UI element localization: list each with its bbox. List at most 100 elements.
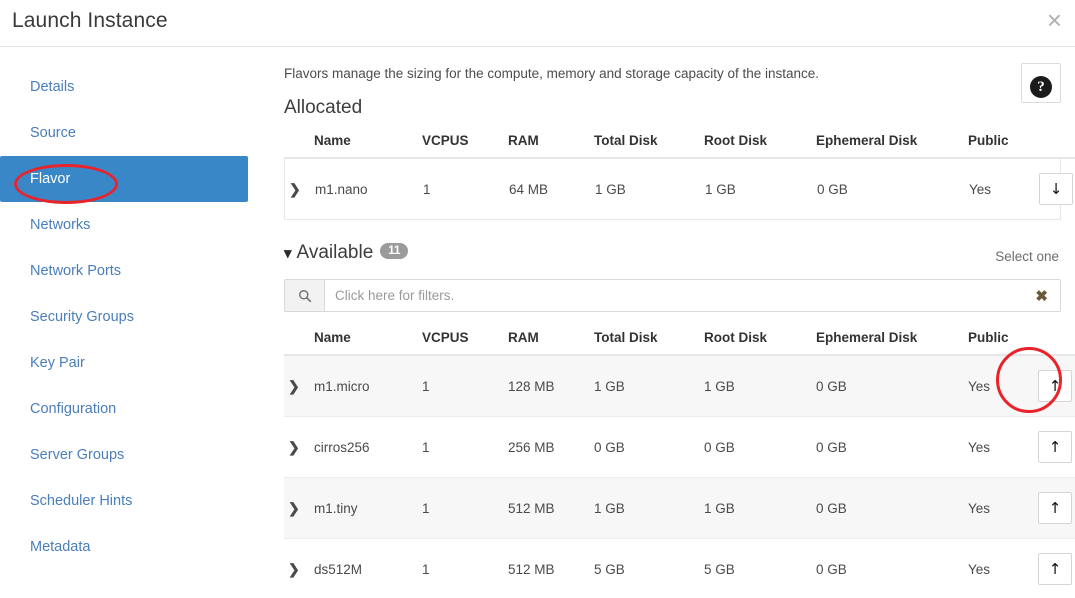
cell-vcpus: 1 [423, 181, 431, 197]
col-expand [284, 127, 310, 159]
sidebar-item-flavor[interactable]: Flavor [0, 156, 248, 202]
col-name: Name [310, 127, 418, 159]
cell-vcpus: 1 [418, 538, 504, 598]
sidebar-item-source[interactable]: Source [0, 110, 266, 156]
col-expand [284, 324, 310, 356]
cell-ram: 64 MB [509, 181, 549, 197]
launch-instance-modal: Launch Instance × Details Source Flavor … [0, 0, 1075, 598]
select-one-hint: Select one [995, 249, 1059, 264]
expand-row-icon[interactable]: ❯ [288, 378, 300, 395]
cell-root-disk: 1 GB [700, 355, 812, 417]
cell-public: Yes [964, 416, 1034, 478]
table-row[interactable]: ❯ cirros256 1 256 MB 0 GB 0 GB 0 GB Yes … [284, 416, 1075, 478]
col-name: Name [310, 324, 418, 356]
col-ephemeral-disk: Ephemeral Disk [812, 324, 964, 356]
allocate-arrow-up-icon[interactable]: ↑ [1038, 553, 1072, 585]
expand-row-icon[interactable]: ❯ [288, 439, 300, 456]
expand-row-icon[interactable]: ❯ [289, 181, 301, 198]
chevron-down-icon[interactable]: ▾ [284, 245, 292, 262]
table-row[interactable]: ❯ m1.nano 1 64 MB 1 GB 1 GB 0 GB Yes ↓ [285, 159, 1075, 219]
cell-public: Yes [964, 538, 1034, 598]
table-row[interactable]: ❯ m1.micro 1 128 MB 1 GB 1 GB 0 GB Yes ↑ [284, 355, 1075, 417]
table-header-row: Name VCPUS RAM Total Disk Root Disk Ephe… [284, 127, 1075, 159]
deallocate-arrow-down-icon[interactable]: ↓ [1039, 173, 1073, 205]
available-count-badge: 11 [380, 243, 409, 259]
col-ram: RAM [504, 324, 590, 356]
table-row[interactable]: ❯ m1.tiny 1 512 MB 1 GB 1 GB 0 GB Yes ↑ [284, 477, 1075, 539]
cell-total-disk: 0 GB [590, 416, 700, 478]
cell-total-disk: 1 GB [590, 477, 700, 539]
col-root-disk: Root Disk [700, 127, 812, 159]
flavor-step-panel: ? Flavors manage the sizing for the comp… [266, 47, 1075, 598]
cell-name: ds512M [310, 538, 418, 598]
cell-name: m1.micro [310, 355, 418, 417]
col-total-disk: Total Disk [590, 127, 700, 159]
sidebar-item-network-ports[interactable]: Network Ports [0, 248, 266, 294]
col-root-disk: Root Disk [700, 324, 812, 356]
filter-field-wrapper: ✖ [324, 279, 1061, 312]
col-vcpus: VCPUS [418, 127, 504, 159]
cell-total-disk: 1 GB [595, 181, 626, 197]
expand-row-icon[interactable]: ❯ [288, 561, 300, 578]
sidebar-item-security-groups[interactable]: Security Groups [0, 294, 266, 340]
col-public: Public [964, 127, 1034, 159]
col-ephemeral-disk: Ephemeral Disk [812, 127, 964, 159]
close-icon[interactable]: × [1047, 7, 1062, 33]
page-title: Launch Instance [12, 9, 168, 32]
filter-bar: ✖ [284, 279, 1061, 312]
allocated-table: ❯ m1.nano 1 64 MB 1 GB 1 GB 0 GB Yes ↓ [285, 159, 1075, 219]
col-ram: RAM [504, 127, 590, 159]
allocate-arrow-up-icon[interactable]: ↑ [1038, 492, 1072, 524]
cell-ram: 256 MB [504, 416, 590, 478]
search-icon[interactable] [284, 279, 324, 312]
cell-name: cirros256 [310, 416, 418, 478]
cell-root-disk: 5 GB [700, 538, 812, 598]
cell-vcpus: 1 [418, 416, 504, 478]
cell-total-disk: 5 GB [590, 538, 700, 598]
allocated-table-header: Name VCPUS RAM Total Disk Root Disk Ephe… [284, 127, 1075, 159]
cell-ephemeral-disk: 0 GB [817, 181, 848, 197]
sidebar-item-networks[interactable]: Networks [0, 202, 266, 248]
sidebar-item-server-groups[interactable]: Server Groups [0, 432, 266, 478]
help-button[interactable]: ? [1021, 63, 1061, 103]
search-input[interactable] [325, 288, 1030, 303]
cell-root-disk: 1 GB [700, 477, 812, 539]
cell-ephemeral-disk: 0 GB [812, 538, 964, 598]
col-public: Public [964, 324, 1034, 356]
allocate-arrow-up-icon[interactable]: ↑ [1038, 431, 1072, 463]
expand-row-icon[interactable]: ❯ [288, 500, 300, 517]
available-section-header: ▾ Available 11 Select one [284, 242, 1061, 270]
sidebar-item-scheduler-hints[interactable]: Scheduler Hints [0, 478, 266, 524]
col-action [1034, 127, 1075, 159]
allocate-arrow-up-icon[interactable]: ↑ [1038, 370, 1072, 402]
cell-root-disk: 1 GB [705, 181, 736, 197]
cell-vcpus: 1 [418, 477, 504, 539]
cell-ephemeral-disk: 0 GB [812, 355, 964, 417]
search-icon-svg [298, 289, 311, 302]
cell-ram: 128 MB [504, 355, 590, 417]
table-row[interactable]: ❯ ds512M 1 512 MB 5 GB 5 GB 0 GB Yes ↑ [284, 538, 1075, 598]
sidebar-item-configuration[interactable]: Configuration [0, 386, 266, 432]
cell-public: Yes [964, 477, 1034, 539]
sidebar-item-key-pair[interactable]: Key Pair [0, 340, 266, 386]
col-vcpus: VCPUS [418, 324, 504, 356]
available-heading: Available [296, 242, 374, 263]
wizard-sidebar: Details Source Flavor Networks Network P… [0, 47, 266, 598]
cell-vcpus: 1 [418, 355, 504, 417]
cell-public: Yes [964, 355, 1034, 417]
available-table-body: ❯ m1.micro 1 128 MB 1 GB 1 GB 0 GB Yes ↑… [284, 355, 1075, 598]
sidebar-item-details[interactable]: Details [0, 64, 266, 110]
modal-header: Launch Instance × [0, 0, 1075, 47]
cell-ephemeral-disk: 0 GB [812, 416, 964, 478]
allocated-table-body-box: ❯ m1.nano 1 64 MB 1 GB 1 GB 0 GB Yes ↓ [284, 159, 1073, 220]
cell-ram: 512 MB [504, 477, 590, 539]
available-table-wrap: Name VCPUS RAM Total Disk Root Disk Ephe… [284, 324, 1075, 598]
cell-ephemeral-disk: 0 GB [812, 477, 964, 539]
clear-filter-icon[interactable]: ✖ [1029, 287, 1060, 305]
sidebar-item-metadata[interactable]: Metadata [0, 524, 266, 570]
cell-name: m1.tiny [310, 477, 418, 539]
cell-total-disk: 1 GB [590, 355, 700, 417]
col-total-disk: Total Disk [590, 324, 700, 356]
question-mark-icon: ? [1030, 76, 1052, 98]
cell-public: Yes [969, 181, 992, 197]
